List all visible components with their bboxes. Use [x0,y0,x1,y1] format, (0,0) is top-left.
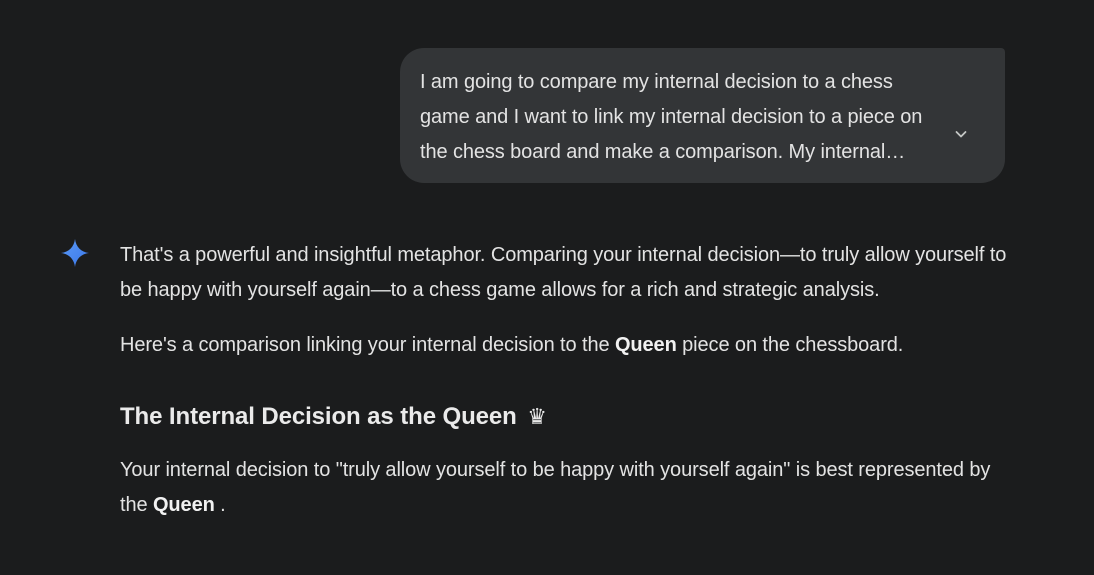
expand-message-button[interactable] [949,122,973,146]
bold-text: Queen [614,334,677,356]
assistant-response: That's a powerful and insightful metapho… [120,238,1020,523]
response-paragraph: Here's a comparison linking your interna… [120,334,904,356]
response-heading: The Internal Decision as the Queen ♛ [120,403,547,430]
response-paragraph: Your internal decision to "truly allow y… [120,459,991,516]
chat-page: I am going to compare my internal decisi… [0,0,1094,575]
chevron-down-icon [955,131,967,138]
user-message-bubble: I am going to compare my internal decisi… [400,48,1005,183]
user-message-text: I am going to compare my internal decisi… [420,71,923,163]
bold-text: Queen [152,494,215,516]
gemini-sparkle-icon [61,239,89,267]
response-paragraph: That's a powerful and insightful metapho… [120,244,1007,301]
queen-emoji: ♛ [527,404,547,429]
